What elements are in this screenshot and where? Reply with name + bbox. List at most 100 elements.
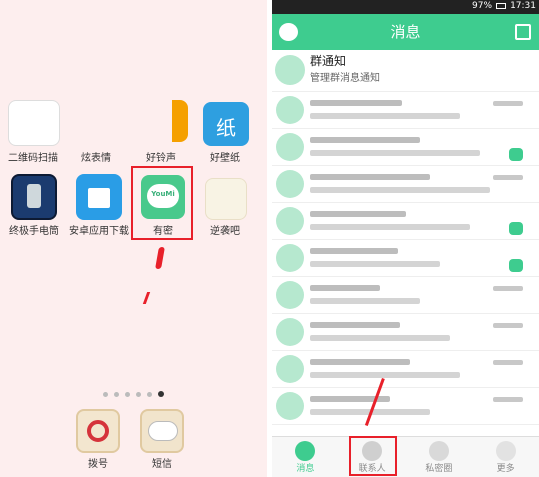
avatar <box>276 133 304 161</box>
avatar <box>276 355 304 383</box>
list-item[interactable] <box>272 92 539 129</box>
timestamp <box>493 323 523 328</box>
blurred-name <box>310 211 406 217</box>
battery-percent: 97% <box>472 1 493 11</box>
youmi-app-screen: 97% 17:31 消息 群通知 管理群消息通知 消息 联系人 私密圈 更多 <box>272 0 539 477</box>
unread-badge <box>509 259 523 272</box>
group-notice-row[interactable]: 群通知 管理群消息通知 <box>272 50 539 92</box>
blurred-preview <box>310 113 460 119</box>
avatar <box>276 392 304 420</box>
status-right: 97% 17:31 <box>472 1 536 11</box>
blurred-preview <box>310 187 490 193</box>
avatar <box>276 96 304 124</box>
page-indicator <box>103 390 164 398</box>
blurred-preview <box>310 298 420 304</box>
avatar <box>276 170 304 198</box>
message-list: 群通知 管理群消息通知 <box>272 50 539 436</box>
wallpaper-icon[interactable]: 纸 <box>203 102 249 146</box>
avatar <box>276 318 304 346</box>
unread-badge <box>509 222 523 235</box>
more-icon <box>495 441 516 461</box>
flashlight-lamp <box>27 184 41 208</box>
blurred-name <box>310 100 402 106</box>
timestamp <box>493 286 523 291</box>
blurred-name <box>310 174 430 180</box>
phone-dial-icon[interactable] <box>76 409 120 453</box>
blurred-preview <box>310 150 480 156</box>
clock: 17:31 <box>510 1 536 11</box>
tab-messages[interactable]: 消息 <box>272 437 339 477</box>
group-avatar-icon <box>275 55 305 85</box>
list-item[interactable] <box>272 388 539 425</box>
timestamp <box>493 101 523 106</box>
contacts-highlight-box <box>349 436 397 476</box>
bottom-tab-bar: 消息 联系人 私密圈 更多 <box>272 436 539 477</box>
app-header: 消息 <box>272 14 539 50</box>
list-item[interactable] <box>272 314 539 351</box>
tab-private-circle[interactable]: 私密圈 <box>406 437 473 477</box>
blurred-name <box>310 285 380 291</box>
qr-scanner-icon[interactable] <box>8 100 60 146</box>
dial-disc <box>87 420 109 442</box>
dock-label-sms[interactable]: 短信 <box>129 459 195 471</box>
list-item[interactable] <box>272 203 539 240</box>
list-item[interactable] <box>272 277 539 314</box>
app-label-ringtone[interactable]: 好铃声 <box>128 153 194 165</box>
list-item[interactable] <box>272 240 539 277</box>
list-item[interactable] <box>272 166 539 203</box>
red-arrow-head <box>155 247 165 269</box>
bag-shape <box>88 188 110 208</box>
page-dot[interactable] <box>136 391 141 397</box>
blurred-preview <box>310 224 470 230</box>
avatar <box>276 244 304 272</box>
youmi-highlight-box <box>131 166 193 240</box>
flashlight-icon[interactable] <box>11 174 57 220</box>
tab-label-private: 私密圈 <box>425 464 453 474</box>
page-dot[interactable] <box>103 391 108 397</box>
home-screen: 纸 二维码扫描 炫表情 好铃声 好壁纸 YouMi 终极手电筒 安卓应用下载 有… <box>0 0 267 477</box>
dock-label-dial[interactable]: 拨号 <box>65 459 131 471</box>
tab-label-messages: 消息 <box>296 464 315 474</box>
eye-icon <box>428 441 449 461</box>
app-label-emoji[interactable]: 炫表情 <box>63 153 129 165</box>
app-label-qr[interactable]: 二维码扫描 <box>0 153 66 165</box>
compose-icon[interactable] <box>515 24 531 40</box>
group-notice-subtitle: 管理群消息通知 <box>310 73 380 84</box>
blurred-preview <box>310 335 450 341</box>
page-dot[interactable] <box>147 391 152 397</box>
chat-bubble-icon <box>295 441 316 461</box>
list-item[interactable] <box>272 129 539 166</box>
blurred-name <box>310 359 410 365</box>
timestamp <box>493 175 523 180</box>
avatar <box>276 281 304 309</box>
red-arrow-tail <box>142 292 151 304</box>
unread-badge <box>509 148 523 161</box>
shopping-bag-icon[interactable] <box>76 174 122 220</box>
blurred-name <box>310 248 398 254</box>
page-dot[interactable] <box>125 391 130 397</box>
ringtone-icon[interactable] <box>172 100 188 142</box>
page-title: 消息 <box>390 23 421 41</box>
app-label-wallpaper[interactable]: 好壁纸 <box>192 153 258 165</box>
nixiba-icon[interactable] <box>205 178 247 220</box>
avatar <box>276 207 304 235</box>
blurred-preview <box>310 372 460 378</box>
app-label-nixiba[interactable]: 逆袭吧 <box>192 226 258 238</box>
battery-icon <box>496 3 507 9</box>
page-dot[interactable] <box>114 391 119 397</box>
page-dot-active[interactable] <box>158 391 164 397</box>
blurred-name <box>310 137 420 143</box>
tab-label-more: 更多 <box>496 464 515 474</box>
list-item[interactable] <box>272 351 539 388</box>
app-label-appstore[interactable]: 安卓应用下载 <box>66 226 132 238</box>
blurred-name <box>310 322 400 328</box>
timestamp <box>493 360 523 365</box>
sms-icon[interactable] <box>140 409 184 453</box>
status-bar: 97% 17:31 <box>272 0 539 14</box>
tab-more[interactable]: 更多 <box>472 437 539 477</box>
timestamp <box>493 397 523 402</box>
blurred-preview <box>310 261 440 267</box>
app-label-flashlight[interactable]: 终极手电筒 <box>1 226 67 238</box>
wallpaper-glyph: 纸 <box>216 116 236 140</box>
sms-bubble <box>148 421 178 441</box>
